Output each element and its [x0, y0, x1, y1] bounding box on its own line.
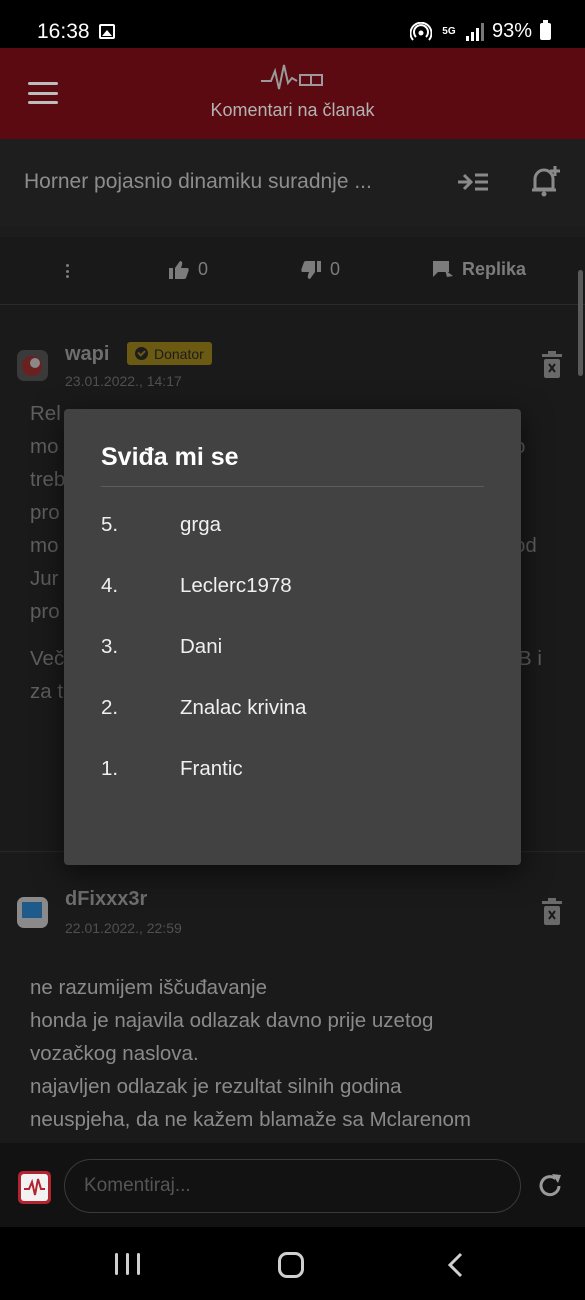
list-item[interactable]: 3. Dani [101, 635, 484, 696]
comment-input[interactable] [64, 1159, 521, 1213]
dislike-button[interactable]: 0 [300, 259, 340, 280]
donator-badge: Donator [127, 342, 212, 365]
comment-author[interactable]: dFixxx3r [65, 888, 147, 911]
thumbs-down-icon [301, 260, 321, 279]
signal-icon [465, 22, 484, 41]
avatar[interactable] [17, 350, 48, 381]
comment-line: mo [30, 435, 59, 458]
rank-number: 1. [101, 757, 119, 780]
gallery-notification-icon [99, 24, 115, 39]
comment-line: honda je najavila odlazak davno prije uz… [30, 1009, 434, 1032]
page-title: Komentari na članak [210, 100, 375, 120]
comment-item: dFixxx3r 22.01.2022., 22:59 ne razumijem… [0, 853, 585, 1143]
status-indicators: 5G 93% [409, 20, 551, 43]
notification-add-icon[interactable] [527, 163, 563, 199]
comment-compose-bar [0, 1143, 585, 1227]
heartbeat-logo-icon [261, 64, 323, 90]
app-logo-icon [18, 1171, 51, 1204]
divider [101, 486, 484, 487]
verified-check-icon [135, 347, 148, 360]
rank-number: 4. [101, 574, 119, 597]
comment-line: ne razumijem iščuđavanje [30, 976, 268, 999]
back-icon[interactable] [446, 1252, 464, 1278]
home-icon[interactable] [278, 1252, 304, 1278]
rank-number: 3. [101, 635, 119, 658]
dialog-title: Sviđa mi se [101, 443, 239, 471]
likes-list: 5. grga 4. Leclerc1978 3. Dani 2. Znalac… [101, 513, 484, 818]
list-item[interactable]: 1. Frantic [101, 757, 484, 818]
status-time: 16:38 [37, 20, 90, 43]
thumbs-up-icon [169, 260, 189, 279]
network-type-icon: 5G [442, 26, 456, 37]
hotspot-icon [409, 21, 432, 41]
comment-line-end: B i [518, 647, 542, 670]
likes-dialog: Sviđa mi se 5. grga 4. Leclerc1978 3. Da… [64, 409, 521, 865]
comment-line: neuspjeha, da ne kažem blamaže sa Mclare… [30, 1108, 471, 1131]
comment-date: 23.01.2022., 14:17 [65, 373, 182, 389]
scrollbar[interactable] [578, 270, 583, 376]
username: Frantic [180, 757, 243, 780]
comment-line: mo [30, 534, 59, 557]
article-title[interactable]: Horner pojasnio dinamiku suradnje ... [24, 170, 424, 194]
comment-text: ne razumijem iščuđavanje honda je najavi… [30, 971, 555, 1136]
reply-label: Replika [462, 259, 527, 279]
comment-date: 22.01.2022., 22:59 [65, 920, 182, 936]
dislike-count: 0 [330, 259, 341, 279]
status-bar: 16:38 5G 93% [0, 0, 585, 48]
battery-icon [540, 20, 551, 40]
recent-apps-icon[interactable] [115, 1253, 140, 1275]
comment-line: vozačkog naslova. [30, 1042, 199, 1065]
jump-to-end-icon[interactable] [456, 170, 490, 194]
list-item[interactable]: 4. Leclerc1978 [101, 574, 484, 635]
system-navigation-bar [0, 1227, 585, 1300]
rank-number: 2. [101, 696, 119, 719]
reply-comment-icon [433, 260, 453, 277]
comment-author[interactable]: wapi [65, 343, 109, 366]
rank-number: 5. [101, 513, 119, 536]
more-options-icon[interactable] [64, 264, 70, 278]
app-header: Komentari na članak [0, 48, 585, 139]
comment-line: najavljen odlazak je rezultat silnih god… [30, 1075, 402, 1098]
reply-button[interactable]: Replika [432, 259, 526, 280]
delete-icon[interactable] [541, 898, 563, 926]
delete-icon[interactable] [541, 351, 563, 379]
list-item[interactable]: 2. Znalac krivina [101, 696, 484, 757]
username: Znalac krivina [180, 696, 307, 719]
like-button[interactable]: 0 [168, 259, 208, 280]
comment-line: Več [30, 647, 65, 670]
badge-label: Donator [154, 345, 204, 362]
battery-percent: 93% [491, 20, 532, 42]
article-action-row: 0 0 Replika [0, 237, 585, 305]
username: Leclerc1978 [180, 574, 292, 597]
refresh-icon[interactable] [536, 1172, 564, 1200]
article-bar: Horner pojasnio dinamiku suradnje ... [0, 139, 585, 227]
list-item[interactable]: 5. grga [101, 513, 484, 574]
like-count: 0 [198, 259, 209, 279]
avatar[interactable] [17, 897, 48, 928]
username: grga [180, 513, 222, 536]
username: Dani [180, 635, 223, 658]
